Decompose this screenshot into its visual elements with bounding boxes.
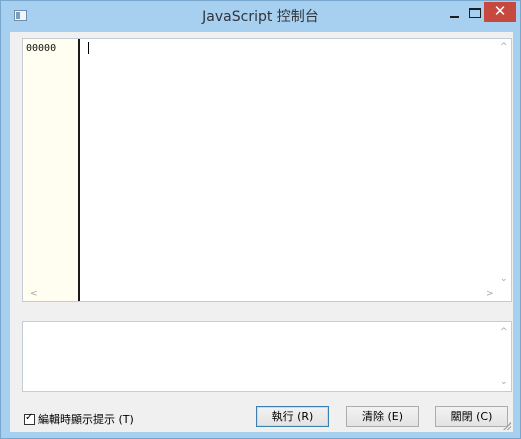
output-vertical-scrollbar[interactable]: ^ ⌄	[497, 322, 511, 391]
scroll-down-icon[interactable]: ⌄	[500, 378, 508, 387]
title-bar[interactable]: JavaScript 控制台 ✕	[1, 1, 520, 33]
close-button[interactable]: 關閉 (C)	[435, 406, 508, 427]
client-area: 00000 ^ ⌄ < > ^ ⌄ 編輯時顯示提示 (T) 執行 (R) 清除 …	[10, 32, 513, 432]
line-number-gutter: 00000	[23, 39, 80, 301]
maximize-button[interactable]	[469, 8, 481, 18]
editor-horizontal-scrollbar[interactable]: < >	[23, 287, 497, 301]
show-hints-checkbox[interactable]	[24, 412, 35, 425]
minimize-button[interactable]	[448, 8, 462, 22]
scroll-left-icon[interactable]: <	[30, 290, 38, 299]
show-hints-label: 編輯時顯示提示 (T)	[38, 413, 134, 426]
close-window-button[interactable]: ✕	[484, 2, 516, 22]
show-hints-option[interactable]: 編輯時顯示提示 (T)	[24, 411, 134, 427]
scroll-down-icon[interactable]: ⌄	[500, 275, 508, 284]
run-button[interactable]: 執行 (R)	[256, 406, 329, 427]
window-title: JavaScript 控制台	[202, 9, 319, 25]
scroll-up-icon[interactable]: ^	[500, 328, 508, 337]
console-window: JavaScript 控制台 ✕ 00000 ^ ⌄ < > ^ ⌄ ✓ 編輯時…	[0, 0, 521, 439]
resize-grip-icon[interactable]	[501, 420, 511, 430]
clear-button[interactable]: 清除 (E)	[346, 406, 419, 427]
text-caret	[88, 42, 89, 54]
output-pane[interactable]: ^ ⌄	[22, 321, 512, 392]
scroll-up-icon[interactable]: ^	[500, 43, 508, 52]
editor-vertical-scrollbar[interactable]: ^ ⌄	[497, 39, 511, 287]
scroll-right-icon[interactable]: >	[486, 290, 494, 299]
script-editor[interactable]: 00000 ^ ⌄ < >	[22, 38, 512, 302]
line-number: 00000	[26, 43, 57, 54]
